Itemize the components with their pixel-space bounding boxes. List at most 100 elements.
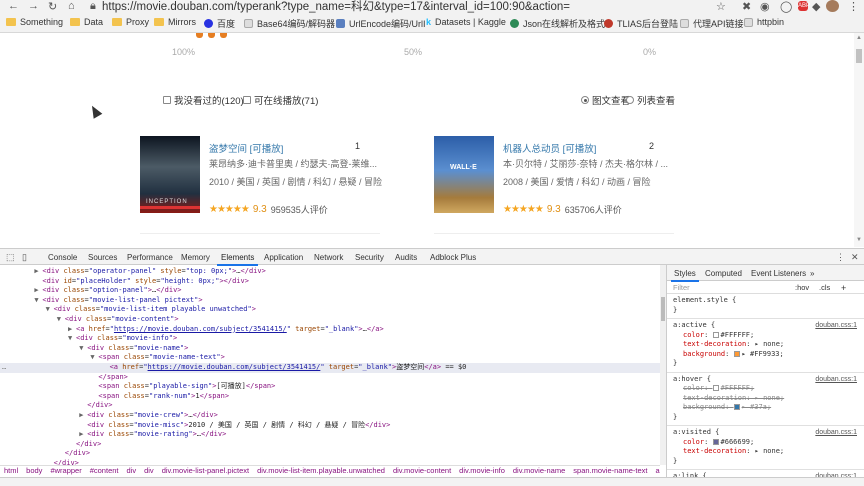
expand-arrow-icon[interactable]: ▶ — [79, 411, 83, 421]
breadcrumb-item[interactable]: body — [26, 466, 42, 475]
range-slider-handle[interactable] — [196, 33, 227, 38]
back-icon[interactable]: ← — [8, 0, 19, 12]
hov-toggle[interactable]: :hov — [795, 283, 809, 292]
style-declaration[interactable]: color: #FFFFFF; — [673, 331, 863, 341]
expand-arrow-icon[interactable]: ▼ — [79, 344, 83, 354]
scroll-up-icon[interactable]: ▲ — [856, 35, 862, 41]
breadcrumb-item[interactable]: a — [655, 466, 659, 475]
checkbox[interactable] — [243, 96, 251, 104]
forward-icon[interactable]: → — [28, 0, 39, 12]
close-icon[interactable]: ✕ — [851, 252, 859, 263]
bookmark-proxy[interactable]: Proxy — [112, 17, 149, 27]
dom-node[interactable]: ▼ <div class="movie-list-item playable un… — [0, 305, 660, 315]
add-rule-icon[interactable]: + — [841, 283, 846, 293]
dom-node[interactable]: ▶ <div class="operator-panel" style="top:… — [0, 267, 660, 277]
style-rule[interactable]: a:hover {douban.css:1 color: #FFFFFF; text… — [673, 375, 863, 423]
tab-adblock-plus[interactable]: Adblock Plus — [430, 253, 476, 262]
movie-title-link[interactable]: 盗梦空间 [可播放] — [209, 141, 283, 155]
tab-styles[interactable]: Styles — [671, 269, 699, 282]
device-toolbar-icon[interactable]: ▯ — [22, 252, 27, 263]
menu-icon[interactable]: ⋮ — [848, 0, 859, 13]
breadcrumb-item[interactable]: div — [144, 466, 154, 475]
view-grid-option[interactable]: 图文查看 — [581, 93, 630, 107]
bookmark-something[interactable]: Something — [6, 17, 63, 27]
dom-node[interactable]: </div> — [0, 440, 660, 450]
scroll-down-icon[interactable]: ▼ — [856, 237, 862, 243]
color-swatch[interactable] — [712, 331, 719, 338]
bookmark-proxy-api[interactable]: 代理API链接 — [680, 17, 744, 30]
dom-node[interactable]: ▶ <div class="movie-crew">…</div> — [0, 411, 660, 421]
movie-item[interactable]: WALL·E 机器人总动员 [可播放] 2 本·贝尔特 / 艾丽莎·奈特 / 杰… — [434, 136, 674, 216]
tab-memory[interactable]: Memory — [181, 253, 210, 262]
inspect-icon[interactable]: ⬚ — [6, 252, 15, 263]
rule-source-link[interactable]: douban.css:1 — [815, 428, 857, 438]
tab-elements[interactable]: Elements — [216, 253, 259, 266]
movie-title-link[interactable]: 机器人总动员 [可播放] — [503, 141, 596, 155]
dom-node[interactable]: <span class="playable-sign">[可播放]</span> — [0, 382, 660, 392]
style-declaration[interactable]: background: ▸ #37a; — [673, 403, 863, 413]
dom-node[interactable]: ▼ <div class="movie-info"> — [0, 334, 660, 344]
color-swatch[interactable] — [712, 385, 719, 391]
scrollbar-thumb[interactable] — [856, 49, 862, 63]
dom-node[interactable]: ▼ <div class="movie-content"> — [0, 315, 660, 325]
expand-arrow-icon[interactable]: ▶ — [79, 430, 83, 440]
breadcrumb-item[interactable]: #wrapper — [50, 466, 81, 475]
tab-computed[interactable]: Computed — [705, 269, 742, 278]
breadcrumb-item[interactable]: div.movie-info — [459, 466, 505, 475]
tab-event-listeners[interactable]: Event Listeners — [751, 269, 806, 278]
filter-not-seen[interactable]: 我没看过的(120) — [163, 93, 244, 107]
style-declaration[interactable]: text-decoration: ▸ none; — [673, 394, 863, 404]
dom-node[interactable]: ▶ <a href="https://movie.douban.com/subje… — [0, 325, 660, 335]
tab-audits[interactable]: Audits — [395, 253, 417, 262]
style-rule[interactable]: element.style {} — [673, 296, 863, 315]
tab-console[interactable]: Console — [48, 253, 77, 262]
cls-toggle[interactable]: .cls — [819, 283, 830, 292]
extension-shield-icon[interactable]: ◆ — [812, 0, 820, 13]
breadcrumb-item[interactable]: div.movie-list-item.playable.unwatched — [257, 466, 385, 475]
breadcrumb-item[interactable]: html — [4, 466, 18, 475]
rule-source-link[interactable]: douban.css:1 — [815, 375, 857, 385]
bookmark-data[interactable]: Data — [70, 17, 103, 27]
expand-arrow-icon[interactable]: ▼ — [57, 315, 61, 325]
extension-icon[interactable]: ◉ — [760, 0, 770, 13]
elements-tree[interactable]: ▶ <div class="operator-panel" style="top:… — [0, 265, 660, 465]
checkbox[interactable] — [163, 96, 171, 104]
tab-performance[interactable]: Performance — [127, 253, 173, 262]
styles-filter[interactable]: Filter :hov .cls + — [667, 282, 864, 294]
expand-arrow-icon[interactable]: ▶ — [34, 267, 38, 277]
movie-poster[interactable]: INCEPTION — [140, 136, 200, 213]
dom-node[interactable]: ▼ <div class="movie-name"> — [0, 344, 660, 354]
style-declaration[interactable]: text-decoration: ▸ none; — [673, 447, 863, 457]
avatar[interactable] — [826, 0, 839, 12]
expand-arrow-icon[interactable]: ▼ — [90, 353, 94, 363]
color-swatch[interactable] — [733, 350, 740, 357]
adblock-icon[interactable]: ABP — [798, 1, 810, 11]
bookmark-kaggle[interactable]: k Datasets | Kaggle — [426, 17, 506, 27]
tab-sources[interactable]: Sources — [88, 253, 117, 262]
bookmark-base64[interactable]: Base64编码/解码器 — [244, 17, 335, 30]
expand-arrow-icon[interactable]: ▶ — [34, 286, 38, 296]
home-icon[interactable]: ⌂ — [68, 0, 75, 12]
extension-circle-icon[interactable]: ◯ — [780, 0, 792, 13]
dom-node[interactable]: <div id="placeHolder" style="height: 0px… — [0, 277, 660, 287]
bookmark-baidu[interactable]: 百度 — [204, 17, 235, 30]
tab-security[interactable]: Security — [355, 253, 384, 262]
scrollbar-thumb[interactable] — [661, 297, 665, 321]
filter-playable[interactable]: 可在线播放(71) — [243, 93, 318, 107]
style-declaration[interactable]: color: #666699; — [673, 438, 863, 448]
expand-arrow-icon[interactable]: ▼ — [46, 305, 50, 315]
movie-poster[interactable]: WALL·E — [434, 136, 494, 213]
dom-node[interactable]: </div> — [0, 449, 660, 459]
tab-application[interactable]: Application — [264, 253, 303, 262]
url-field[interactable]: https://movie.douban.com/typerank?type_n… — [102, 0, 570, 14]
extension-x-icon[interactable]: ✖ — [742, 0, 751, 13]
breadcrumb-item[interactable]: div.movie-content — [393, 466, 451, 475]
filter-input[interactable]: Filter — [673, 283, 690, 292]
bookmark-httpbin[interactable]: httpbin — [744, 17, 784, 27]
bookmark-star-icon[interactable]: ☆ — [716, 0, 726, 13]
style-declaration[interactable]: color: #FFFFFF; — [673, 384, 863, 394]
dom-node[interactable]: </div> — [0, 401, 660, 411]
bookmark-tlias[interactable]: TLIAS后台登陆 — [604, 17, 678, 30]
console-drawer[interactable] — [0, 477, 864, 486]
breadcrumb-item[interactable]: div — [127, 466, 137, 475]
